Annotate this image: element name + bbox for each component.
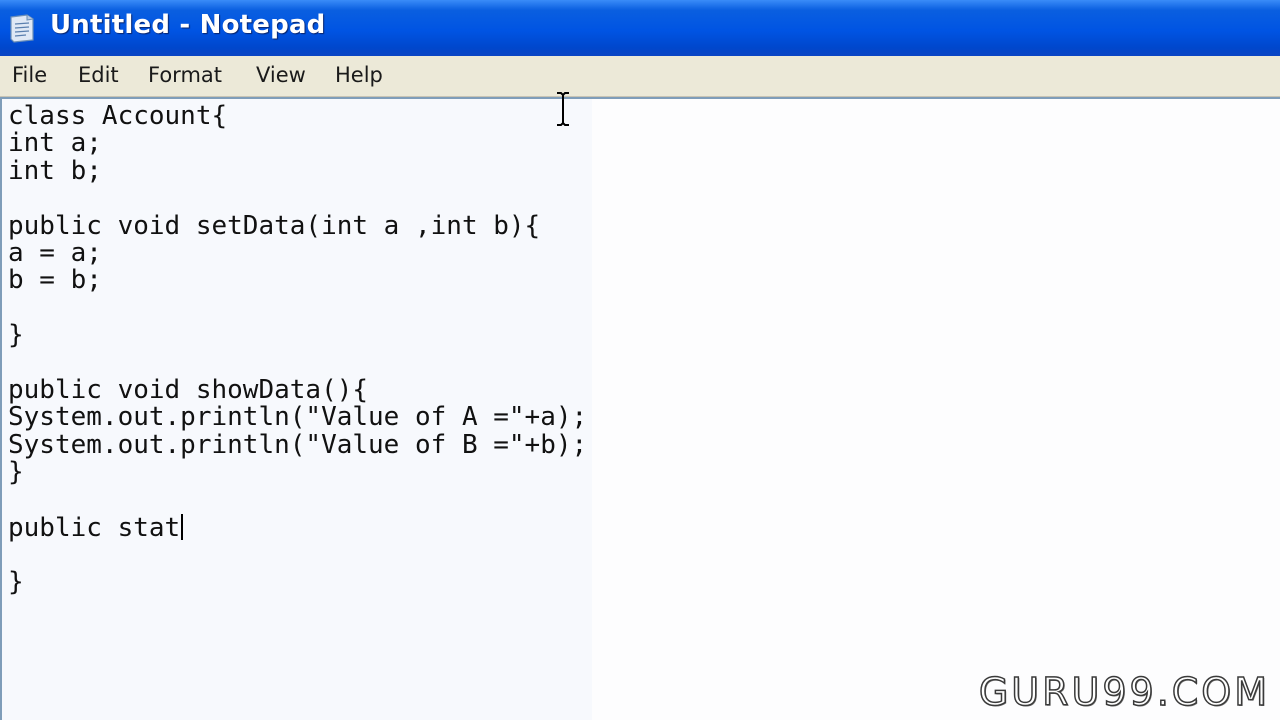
code-line: b = b;: [8, 265, 102, 296]
menu-file[interactable]: File: [12, 62, 47, 88]
editor-text[interactable]: class Account{int a; int b; public void se…: [8, 101, 588, 597]
code-line: public void showData(){: [8, 374, 369, 405]
code-line: }: [8, 320, 24, 351]
menu-bar: File Edit Format View Help: [0, 56, 1280, 97]
menu-format[interactable]: Format: [148, 62, 222, 88]
code-line: int b;: [8, 155, 102, 186]
i-beam-cursor-icon: [556, 92, 570, 126]
code-line: class Account{: [8, 101, 228, 131]
text-caret: [181, 513, 184, 540]
notepad-window: Untitled - Notepad File Edit Format View…: [0, 0, 1280, 720]
code-line: int a;: [8, 128, 102, 159]
menu-help[interactable]: Help: [335, 62, 383, 88]
code-line-with-caret: public stat: [8, 512, 587, 543]
code-line: public void setData(int a ,int b){: [8, 210, 541, 241]
watermark: GURU99.COM: [978, 669, 1270, 715]
code-line: a = a;: [8, 237, 102, 268]
code-line: }: [8, 566, 24, 597]
menu-edit[interactable]: Edit: [78, 62, 119, 88]
code-line: System.out.println("Value of B ="+b);: [8, 429, 588, 460]
code-line-text: public stat: [8, 512, 181, 543]
title-bar[interactable]: Untitled - Notepad: [0, 0, 1280, 56]
window-title: Untitled - Notepad: [50, 10, 326, 40]
code-line: }: [8, 457, 24, 488]
menu-view[interactable]: View: [256, 62, 306, 88]
code-line: System.out.println("Value of A ="+a);: [8, 402, 588, 433]
notepad-icon[interactable]: [8, 13, 36, 43]
text-editor[interactable]: class Account{int a; int b; public void se…: [0, 97, 1280, 720]
